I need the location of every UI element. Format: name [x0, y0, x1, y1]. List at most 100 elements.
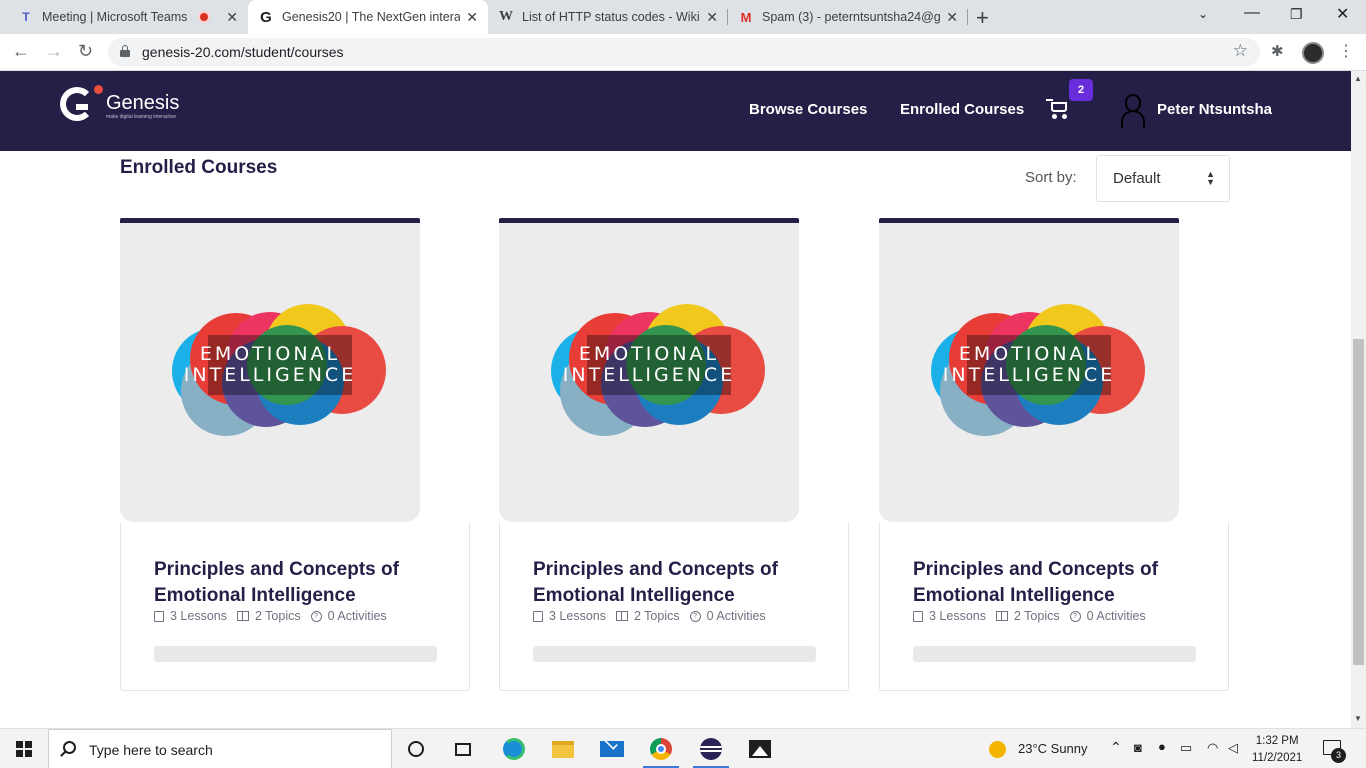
forward-icon[interactable]: → [45, 41, 63, 62]
activity-question-icon: ? [310, 610, 322, 622]
topic-count: 2 Topics [633, 609, 680, 623]
back-icon[interactable]: ← [12, 41, 30, 62]
tab-gmail[interactable]: M Spam (3) - peterntsuntsha24@gm ✕ [728, 0, 968, 34]
windows-start-icon[interactable] [16, 741, 32, 757]
wikipedia-icon: W [499, 9, 513, 24]
course-card[interactable]: EMOTIONAL INTELLIGENCE Principles and Co… [120, 218, 470, 691]
battery-icon[interactable]: ▭ [1180, 740, 1192, 756]
clock-date: 11/2/2021 [1252, 752, 1303, 764]
meet-now-icon[interactable]: ◙ [1134, 740, 1142, 755]
course-meta: 3 Lessons 2 Topics ? 0 Activities [533, 609, 776, 623]
minimize-icon[interactable]: — [1244, 4, 1260, 22]
reload-icon[interactable]: ↻ [78, 41, 93, 62]
course-card[interactable]: EMOTIONAL INTELLIGENCE Principles and Co… [499, 218, 849, 691]
close-tab-icon[interactable]: ✕ [946, 9, 958, 26]
course-image[interactable]: EMOTIONAL INTELLIGENCE [879, 223, 1179, 522]
teams-icon: T [22, 10, 30, 24]
lesson-count: 3 Lessons [549, 609, 606, 623]
close-tab-icon[interactable]: ✕ [706, 9, 718, 26]
address-bar[interactable]: genesis-20.com/student/courses ☆ [108, 38, 1260, 66]
sort-selected-value: Default [1113, 170, 1161, 187]
course-image-line-1: EMOTIONAL [579, 343, 719, 365]
activity-question-icon: ? [689, 610, 701, 622]
browser-tab-strip: T Meeting | Microsoft Teams ✕ G Genesis2… [0, 0, 1366, 34]
microphone-icon[interactable]: ● [1158, 739, 1166, 754]
course-meta: 3 Lessons 2 Topics ? 0 Activities [154, 609, 397, 623]
task-view-icon[interactable] [451, 737, 475, 761]
browser-menu-icon[interactable]: ⋮ [1338, 41, 1354, 61]
recording-icon [198, 11, 211, 23]
user-icon[interactable] [1121, 94, 1145, 128]
topic-book-icon [615, 611, 628, 621]
bookmark-star-icon[interactable]: ☆ [1233, 41, 1248, 61]
page-scrollbar[interactable]: ▲ ▼ [1351, 71, 1366, 728]
course-image-line-2: INTELLIGENCE [184, 364, 356, 386]
chrome-icon[interactable] [649, 737, 673, 761]
volume-icon[interactable]: ◁ [1228, 740, 1238, 756]
site-header: Genesis make digital learning interactiv… [0, 71, 1351, 151]
photos-icon[interactable] [748, 737, 772, 761]
course-title[interactable]: Principles and Concepts of Emotional Int… [533, 557, 823, 609]
file-explorer-icon[interactable] [551, 737, 575, 761]
scroll-down-arrow-icon[interactable]: ▼ [1354, 714, 1362, 723]
course-progress-bar [533, 646, 816, 662]
scroll-thumb[interactable] [1353, 339, 1364, 665]
tab-genesis[interactable]: G Genesis20 | The NextGen interact ✕ [248, 0, 488, 34]
search-icon [63, 741, 76, 754]
course-title[interactable]: Principles and Concepts of Emotional Int… [154, 557, 444, 609]
course-progress-bar [154, 646, 437, 662]
activity-count: 0 Activities [706, 609, 766, 623]
taskbar-clock[interactable]: 1:32 PM 11/2/2021 [1252, 733, 1302, 767]
cortana-icon[interactable] [404, 737, 428, 761]
profile-avatar[interactable] [1302, 42, 1324, 64]
select-arrows-icon: ▲ ▼ [1206, 169, 1215, 187]
course-image[interactable]: EMOTIONAL INTELLIGENCE [120, 223, 420, 522]
card-body: Principles and Concepts of Emotional Int… [499, 522, 849, 691]
page-title: Enrolled Courses [120, 157, 278, 178]
topic-book-icon [995, 611, 1008, 621]
nav-enrolled-courses[interactable]: Enrolled Courses [900, 101, 1024, 118]
new-tab-button[interactable]: + [976, 5, 989, 31]
genesis-icon: G [260, 8, 272, 26]
edge-icon[interactable] [502, 737, 526, 761]
logo-tagline: make digital learning interactive [106, 114, 177, 120]
activity-question-icon: ? [1069, 610, 1081, 622]
eclipse-icon[interactable] [699, 737, 723, 761]
logo-text: Genesis [106, 92, 180, 114]
tab-wikipedia[interactable]: W List of HTTP status codes - Wikip ✕ [488, 0, 728, 34]
weather-text[interactable]: 23°C Sunny [1018, 741, 1088, 756]
weather-sun-icon[interactable] [989, 741, 1006, 758]
course-image-line-2: INTELLIGENCE [563, 364, 735, 386]
tab-search-icon[interactable]: ⌄ [1198, 7, 1208, 21]
logo-g-mark [60, 87, 94, 121]
show-hidden-icons-chevron-icon[interactable]: ⌃ [1110, 739, 1122, 756]
tab-title: List of HTTP status codes - Wikip [522, 10, 701, 24]
tab-teams[interactable]: T Meeting | Microsoft Teams ✕ [8, 0, 248, 34]
gmail-icon: M [740, 9, 752, 25]
nav-browse-courses[interactable]: Browse Courses [749, 101, 867, 118]
topic-book-icon [236, 611, 249, 621]
cart-icon[interactable] [1046, 99, 1072, 121]
taskbar-search-box[interactable]: Type here to search [48, 729, 392, 768]
close-window-icon[interactable]: ✕ [1336, 4, 1349, 24]
user-name[interactable]: Peter Ntsuntsha [1157, 101, 1272, 118]
sort-select[interactable]: Default ▲ ▼ [1096, 155, 1230, 202]
course-title[interactable]: Principles and Concepts of Emotional Int… [913, 557, 1203, 609]
extensions-icon[interactable]: ✱ [1271, 42, 1284, 60]
close-tab-icon[interactable]: ✕ [226, 9, 238, 26]
lesson-count: 3 Lessons [170, 609, 227, 623]
logo-dot [94, 85, 103, 94]
course-image-line-2: INTELLIGENCE [943, 364, 1115, 386]
course-image[interactable]: EMOTIONAL INTELLIGENCE [499, 223, 799, 522]
close-tab-icon[interactable]: ✕ [466, 9, 478, 26]
windows-taskbar: Type here to search 23°C Sunny ⌃ ◙ ● ▭ ◠… [0, 728, 1366, 768]
wifi-icon[interactable]: ◠ [1207, 740, 1218, 756]
url-text[interactable]: genesis-20.com/student/courses [142, 44, 344, 60]
cart-count-badge: 2 [1069, 79, 1093, 101]
restore-icon[interactable]: ❐ [1290, 6, 1303, 23]
scroll-up-arrow-icon[interactable]: ▲ [1354, 74, 1362, 83]
card-body: Principles and Concepts of Emotional Int… [879, 522, 1229, 691]
course-card[interactable]: EMOTIONAL INTELLIGENCE Principles and Co… [879, 218, 1229, 691]
mail-icon[interactable] [600, 736, 624, 761]
course-meta: 3 Lessons 2 Topics ? 0 Activities [913, 609, 1156, 623]
